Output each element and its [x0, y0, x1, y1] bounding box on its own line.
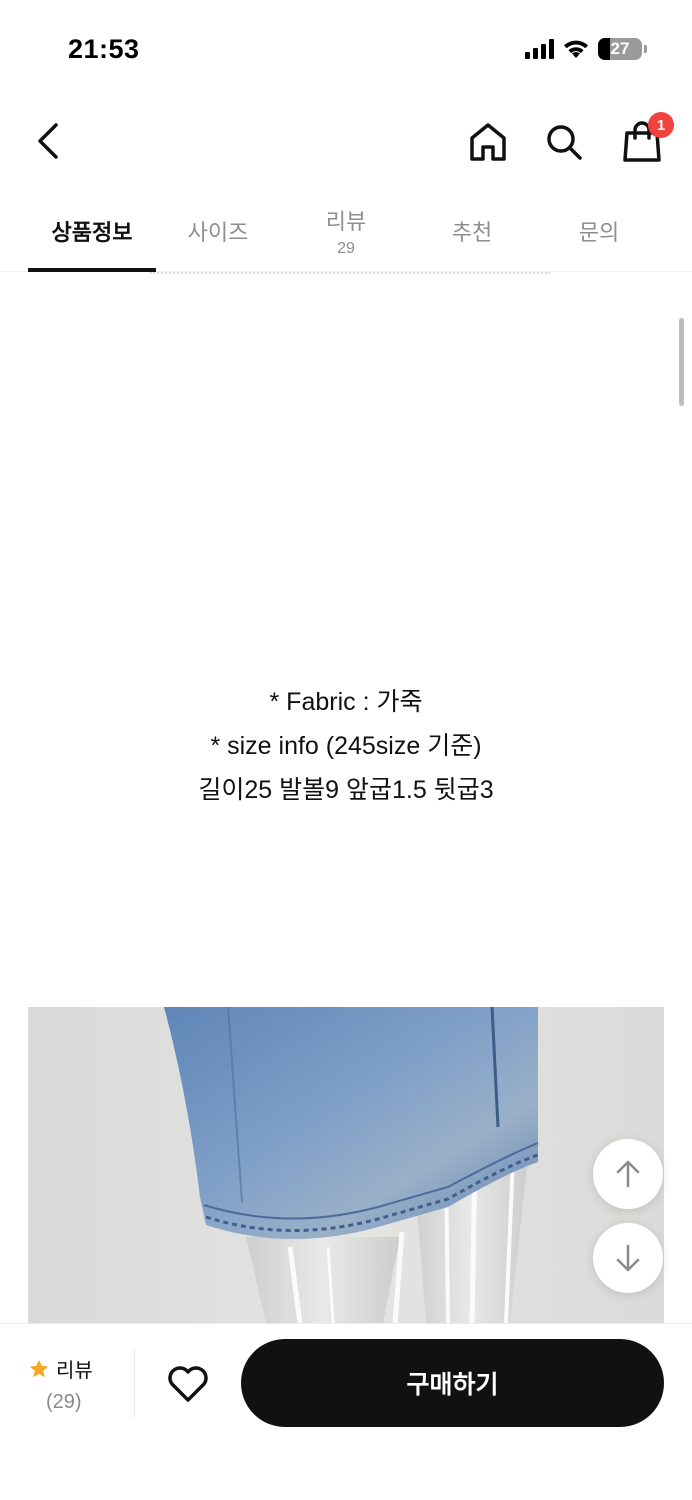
- tab-product-info[interactable]: 상품정보: [28, 190, 156, 272]
- scroll-bottom-button[interactable]: [593, 1223, 663, 1293]
- star-icon: [29, 1359, 49, 1377]
- status-bar: 21:53 27: [0, 0, 692, 100]
- status-time: 21:53: [68, 34, 140, 64]
- back-button[interactable]: [26, 118, 72, 164]
- tab-label: 추천: [451, 220, 493, 245]
- scrollbar[interactable]: [679, 318, 684, 406]
- cart-count-badge: 1: [648, 112, 674, 138]
- active-tab-indicator: [28, 268, 156, 272]
- search-button[interactable]: [540, 118, 588, 166]
- cart-button[interactable]: 1: [618, 112, 674, 166]
- wifi-icon: [564, 40, 588, 58]
- tab-inquiry[interactable]: 문의: [536, 190, 662, 272]
- tab-label: 상품정보: [51, 220, 133, 245]
- product-photo: [28, 1007, 664, 1323]
- tab-size[interactable]: 사이즈: [156, 190, 280, 272]
- home-icon: [470, 123, 506, 161]
- tab-review-count: 29: [337, 240, 355, 257]
- home-button[interactable]: [464, 118, 512, 166]
- chevron-left-icon: [38, 123, 58, 159]
- product-tabs: 상품정보 사이즈 리뷰 29 추천 문의: [0, 190, 692, 272]
- tab-label: 리뷰: [325, 209, 367, 234]
- bottom-action-bar: 리뷰 (29) 구매하기: [0, 1323, 692, 1500]
- battery-level: 27: [610, 39, 630, 58]
- heart-icon: [168, 1366, 208, 1402]
- measurements-line: 길이25 발볼9 앞굽1.5 뒷굽3: [198, 776, 494, 804]
- app-header: 1: [0, 100, 692, 190]
- tab-label: 문의: [578, 220, 620, 245]
- tab-recommend[interactable]: 추천: [410, 190, 534, 272]
- cellular-signal-icon: [525, 39, 554, 59]
- fabric-line: * Fabric : 가죽: [269, 688, 423, 716]
- tab-label: 사이즈: [187, 220, 249, 245]
- review-count: (29): [46, 1391, 82, 1413]
- review-summary[interactable]: 리뷰 (29): [28, 1354, 108, 1414]
- clipped-content-edge: [150, 272, 550, 276]
- review-label: 리뷰: [56, 1360, 93, 1382]
- wishlist-button[interactable]: [162, 1358, 214, 1410]
- buy-button[interactable]: 구매하기: [241, 1339, 664, 1427]
- battery-icon: 27: [598, 38, 647, 60]
- size-info-line: * size info (245size 기준): [210, 732, 482, 760]
- search-icon: [547, 125, 582, 160]
- tab-review[interactable]: 리뷰 29: [284, 190, 408, 272]
- product-description: * Fabric : 가죽 * size info (245size 기준) 길…: [0, 680, 692, 812]
- divider: [134, 1348, 135, 1418]
- scroll-top-button[interactable]: [593, 1139, 663, 1209]
- arrow-up-icon: [616, 1160, 640, 1188]
- status-icons: 27: [525, 38, 647, 60]
- arrow-down-icon: [616, 1244, 640, 1272]
